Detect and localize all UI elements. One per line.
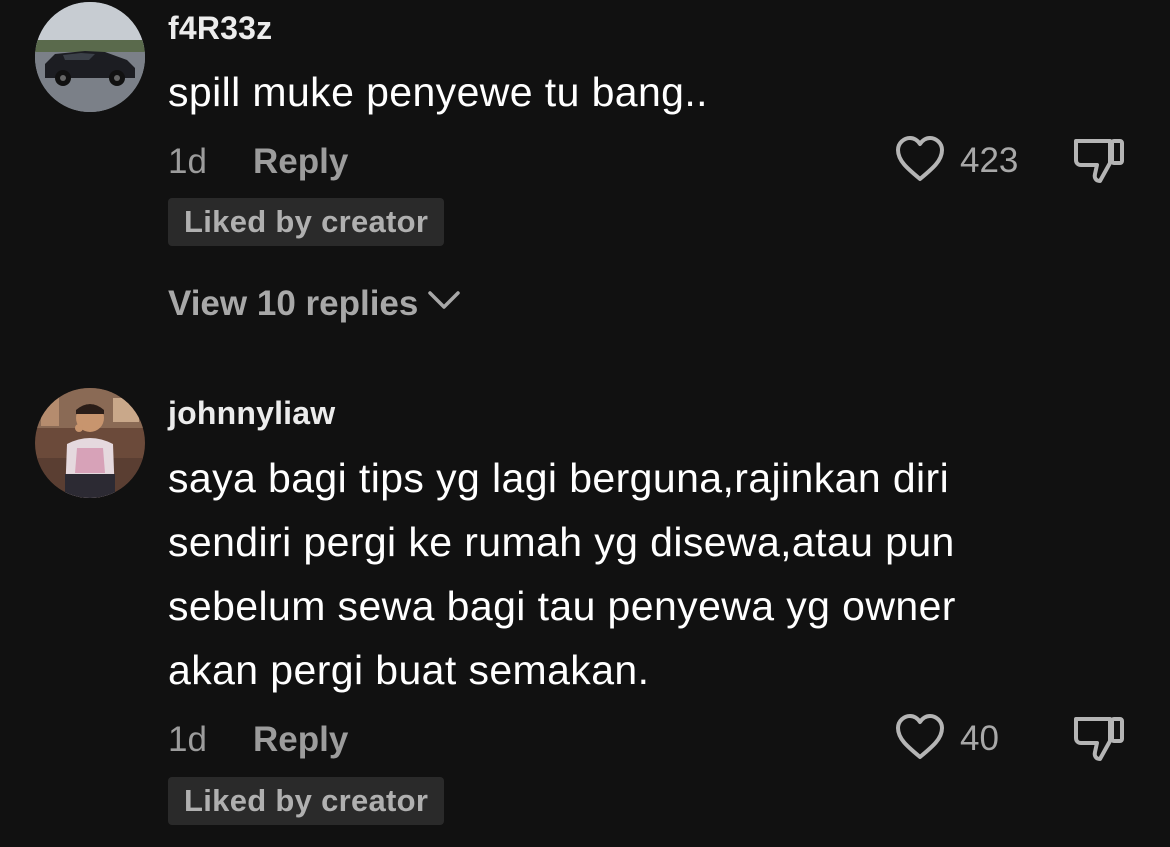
comment-text-line: sebelum sewa bagi tau penyewa yg owner: [168, 583, 956, 629]
comment-text-line: saya bagi tips yg lagi berguna,rajinkan …: [168, 455, 950, 501]
thumbs-down-icon: [1072, 717, 1126, 769]
chevron-down-icon: [418, 284, 466, 324]
dislike-button[interactable]: [1072, 713, 1126, 765]
view-replies-label: View 10 replies: [168, 284, 419, 323]
dislike-button[interactable]: [1072, 135, 1126, 187]
like-button[interactable]: 423: [894, 135, 1019, 188]
heart-outline-icon: [894, 135, 946, 188]
comment-text: spill muke penyewe tu bang..: [168, 69, 708, 115]
avatar-image: [35, 2, 145, 112]
reply-button[interactable]: Reply: [253, 142, 348, 182]
comments-panel: f4R33z spill muke penyewe tu bang.. 1d R…: [0, 0, 1170, 847]
avatar-image: [35, 388, 145, 498]
liked-by-creator-badge: Liked by creator: [168, 777, 445, 825]
comment-timestamp: 1d: [168, 142, 207, 181]
comment-text-line: akan pergi buat semakan.: [168, 647, 650, 693]
like-button[interactable]: 40: [894, 713, 999, 766]
comment-text-line: sendiri pergi ke rumah yg disewa,atau pu…: [168, 519, 955, 565]
comment-text: saya bagi tips yg lagi berguna,rajinkan …: [168, 446, 1088, 702]
avatar[interactable]: [35, 388, 145, 498]
comment-timestamp: 1d: [168, 720, 207, 759]
thumbs-down-icon: [1072, 139, 1126, 191]
comment-username[interactable]: f4R33z: [168, 10, 272, 47]
reply-button[interactable]: Reply: [253, 720, 348, 760]
like-count: 423: [960, 141, 1019, 180]
heart-outline-icon: [894, 713, 946, 766]
view-replies-button[interactable]: View 10 replies: [168, 284, 466, 324]
liked-by-creator-badge: Liked by creator: [168, 198, 445, 246]
comment-username[interactable]: johnnyliaw: [168, 395, 335, 432]
like-count: 40: [960, 719, 999, 758]
avatar[interactable]: [35, 2, 145, 112]
